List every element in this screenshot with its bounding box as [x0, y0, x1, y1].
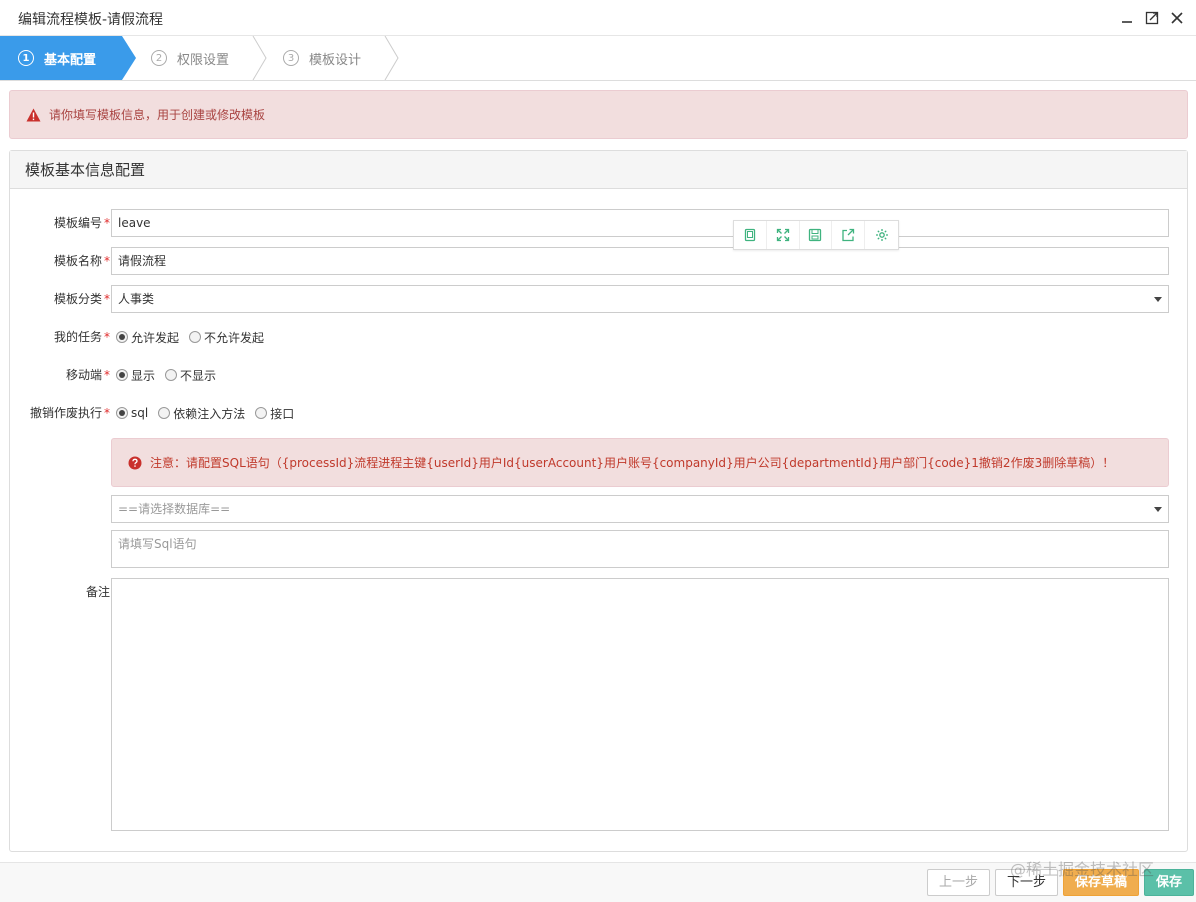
radio-checked-icon	[116, 407, 128, 419]
field-label: 备注	[85, 585, 110, 599]
field-label: 模板分类 *	[54, 285, 110, 313]
field-label-text: 模板分类	[53, 292, 102, 306]
sql-notice-text: 注意：请配置SQL语句（{processId}流程进程主键{userId}用户I…	[150, 456, 1115, 470]
toolbar-button-fullscreen[interactable]	[767, 221, 800, 249]
step-label: 模板设计	[309, 52, 362, 68]
my-task-radio-group: 允许发起 不允许发起	[116, 323, 274, 351]
field-label: 模板名称 *	[54, 247, 110, 275]
template-category-select[interactable]: 人事类	[111, 285, 1169, 313]
step-number: 2	[151, 50, 167, 66]
field-label-text: 模板名称	[53, 254, 102, 268]
radio-unchecked-icon	[158, 407, 171, 419]
required-mark: *	[104, 254, 110, 268]
radio-unchecked-icon	[189, 331, 202, 343]
toolbar-button-settings[interactable]	[865, 221, 898, 249]
field-label-text: 移动端	[65, 368, 102, 382]
radio-hide[interactable]: 不显示	[165, 367, 216, 384]
window-titlebar: 编辑流程模板-请假流程	[0, 0, 1196, 36]
required-mark: *	[104, 368, 110, 382]
radio-label: 允许发起	[131, 330, 180, 345]
step-divider	[384, 36, 399, 80]
radio-checked-icon	[116, 331, 128, 343]
sql-notice-alert: 注意：请配置SQL语句（{processId}流程进程主键{userId}用户I…	[111, 438, 1169, 487]
question-circle-icon	[128, 456, 142, 469]
panel-title: 模板基本信息配置	[10, 151, 1187, 189]
caret-down-icon	[1154, 297, 1162, 302]
required-mark: *	[104, 406, 110, 420]
template-code-input[interactable]: leave	[111, 209, 1169, 237]
step-arrow	[122, 36, 136, 80]
required-mark: *	[104, 216, 110, 230]
radio-interface[interactable]: 接口	[255, 405, 294, 422]
toolbar-button-copy[interactable]	[734, 221, 767, 249]
field-label-text: 我的任务	[53, 330, 102, 344]
radio-label: 显示	[131, 368, 156, 383]
field-label-text: 撤销作废执行	[29, 406, 102, 420]
maximize-icon[interactable]	[1143, 9, 1161, 27]
prev-step-button[interactable]: 上一步	[927, 869, 990, 896]
radio-label: 接口	[270, 406, 295, 421]
minimize-icon[interactable]	[1118, 9, 1136, 27]
required-mark: *	[104, 292, 110, 306]
caret-down-icon	[1154, 507, 1162, 512]
required-mark: *	[104, 330, 110, 344]
radio-unchecked-icon	[165, 369, 178, 381]
remark-textarea[interactable]	[111, 578, 1169, 831]
template-name-input[interactable]: 请假流程	[111, 247, 1169, 275]
step-number: 3	[283, 50, 299, 66]
step-divider	[252, 36, 267, 80]
radio-label: 不允许发起	[204, 330, 265, 345]
step-permission[interactable]: 2 权限设置	[151, 36, 229, 80]
template-info-panel: 模板基本信息配置 模板编号 * leave 模板名称 * 请假流程 模板分类 * 人事…	[9, 150, 1188, 852]
watermark: @稀土掘金技术社区	[1010, 860, 1155, 879]
copy-icon	[744, 228, 756, 242]
step-basic-config[interactable]: 1 基本配置	[0, 36, 122, 80]
info-alert-text: 请你填写模板信息，用于创建或修改模板	[49, 108, 266, 122]
share-icon	[842, 228, 855, 242]
select-placeholder: ==请选择数据库==	[118, 502, 231, 516]
radio-unchecked-icon	[255, 407, 268, 419]
radio-allow-start[interactable]: 允许发起	[116, 329, 179, 346]
field-label: 移动端 *	[66, 361, 110, 389]
database-select[interactable]: ==请选择数据库==	[111, 495, 1169, 523]
gear-icon	[875, 229, 888, 241]
radio-disallow-start[interactable]: 不允许发起	[189, 329, 264, 346]
floating-toolbar	[733, 220, 899, 250]
toolbar-button-save[interactable]	[800, 221, 833, 249]
radio-label: 依赖注入方法	[173, 406, 246, 421]
field-label-text: 模板编号	[53, 216, 102, 230]
info-alert: 请你填写模板信息，用于创建或修改模板	[9, 90, 1188, 139]
wizard-steps: 1 基本配置 2 权限设置 3 模板设计	[0, 36, 1196, 81]
close-icon[interactable]	[1168, 9, 1186, 27]
mobile-radio-group: 显示 不显示	[116, 361, 226, 389]
select-value: 人事类	[118, 292, 155, 306]
step-label: 权限设置	[177, 52, 230, 68]
radio-label: 不显示	[180, 368, 217, 383]
radio-sql[interactable]: sql	[116, 406, 148, 420]
field-label: 模板编号 *	[54, 209, 110, 237]
radio-label: sql	[131, 406, 149, 420]
expand-icon	[776, 228, 789, 242]
radio-checked-icon	[116, 369, 128, 381]
textarea-placeholder: 请填写Sql语句	[118, 537, 197, 551]
step-template-design[interactable]: 3 模板设计	[283, 36, 361, 80]
field-label: 撤销作废执行 *	[30, 399, 110, 427]
save-icon	[809, 228, 822, 242]
sql-textarea[interactable]: 请填写Sql语句	[111, 530, 1169, 568]
step-number: 1	[18, 50, 34, 66]
radio-dependency-injection[interactable]: 依赖注入方法	[158, 405, 245, 422]
warning-icon	[26, 108, 41, 121]
revoke-radio-group: sql 依赖注入方法 接口	[116, 399, 304, 427]
field-label: 我的任务 *	[54, 323, 110, 351]
radio-show[interactable]: 显示	[116, 367, 155, 384]
toolbar-button-share[interactable]	[832, 221, 866, 249]
step-label: 基本配置	[44, 52, 97, 68]
window-title: 编辑流程模板-请假流程	[18, 12, 164, 28]
